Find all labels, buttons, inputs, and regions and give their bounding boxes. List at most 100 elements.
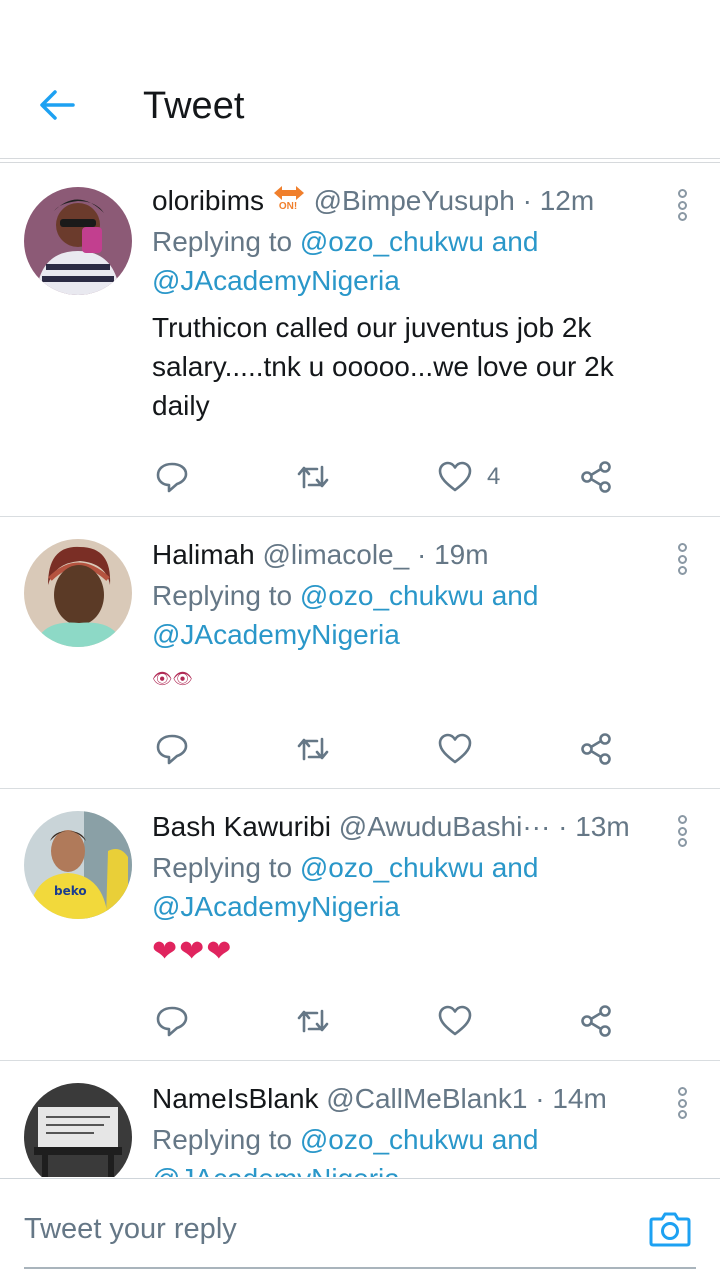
camera-button[interactable]: [648, 1209, 692, 1249]
replying-to-label: Replying to: [152, 226, 300, 257]
author-name[interactable]: Bash Kawuribi: [152, 811, 331, 842]
like-count: 4: [487, 463, 501, 490]
tweet-text: Truthicon called our juventus job 2k sal…: [152, 312, 614, 421]
author-handle[interactable]: @CallMeBlank1: [326, 1083, 527, 1114]
tweet-meta: Halimah @limacole_ · 19m: [152, 537, 660, 573]
like-button[interactable]: [437, 1001, 473, 1041]
retweet-icon: [297, 737, 329, 761]
mention-link[interactable]: @ozo_chukwu and: [300, 580, 539, 611]
share-button[interactable]: [578, 457, 614, 497]
tweet-actions: 4: [152, 457, 622, 497]
meta-separator: ·: [522, 185, 532, 216]
reply-button[interactable]: [154, 1001, 190, 1041]
tweet-meta: oloribims ON! @BimpeYusuph · 12m: [152, 183, 660, 219]
retweet-button[interactable]: [295, 1001, 331, 1041]
tweet-actions: [152, 729, 622, 769]
reply-icon: [156, 734, 188, 765]
dot-icon: [677, 1087, 687, 1096]
arrows-badge-icon: ON!: [272, 184, 306, 214]
heart-icon: [438, 461, 472, 492]
tweet-item[interactable]: beko Bash Kawuribi @AwuduBashi··· · 13m …: [0, 789, 720, 1061]
replying-to-label: Replying to: [152, 580, 300, 611]
share-button[interactable]: [578, 1001, 614, 1041]
tweet-text: ❤❤❤: [152, 935, 234, 968]
more-options-button[interactable]: [674, 1087, 690, 1119]
tweet-content: Halimah @limacole_ · 19m Replying to @oz…: [152, 537, 660, 692]
share-icon: [581, 1005, 611, 1037]
dot-icon: [677, 826, 687, 836]
more-options-button[interactable]: [674, 815, 690, 847]
retweet-icon: [297, 1009, 329, 1033]
share-button[interactable]: [578, 729, 614, 769]
tweet-content: oloribims ON! @BimpeYusuph · 12m Replyin…: [152, 183, 660, 425]
dot-icon: [677, 838, 687, 847]
tweet-time: 12m: [539, 185, 595, 216]
tweet-text: 👁👁: [152, 671, 193, 688]
mention-link[interactable]: @ozo_chukwu and: [300, 852, 539, 883]
tweet-time: 19m: [434, 539, 489, 570]
author-handle[interactable]: @limacole_: [262, 539, 409, 570]
author-name[interactable]: NameIsBlank: [152, 1083, 319, 1114]
tweet-item[interactable]: Halimah @limacole_ · 19m Replying to @oz…: [0, 517, 720, 789]
dot-icon: [677, 189, 687, 198]
back-button[interactable]: [36, 84, 78, 126]
mention-link[interactable]: @ozo_chukwu and: [300, 226, 539, 257]
tweet-time: 14m: [552, 1083, 607, 1114]
dot-icon: [677, 1098, 687, 1108]
tweet-content: Bash Kawuribi @AwuduBashi··· · 13m Reply…: [152, 809, 660, 972]
dot-icon: [677, 200, 687, 210]
retweet-button[interactable]: [295, 457, 331, 497]
tweet-time: 13m: [575, 811, 630, 842]
dot-icon: [677, 543, 687, 552]
share-icon: [581, 461, 611, 493]
reply-icon: [156, 1006, 188, 1037]
dot-icon: [677, 554, 687, 564]
mention-link[interactable]: @ozo_chukwu and: [300, 1124, 539, 1155]
like-button[interactable]: 4: [437, 457, 500, 497]
badge-label: ON!: [278, 201, 298, 212]
mention-link[interactable]: @JAcademyNigeria: [152, 1163, 400, 1177]
reply-input[interactable]: Tweet your reply: [24, 1213, 237, 1246]
replying-to: Replying to @ozo_chukwu and @JAcademyNig…: [152, 848, 660, 926]
heart-icon: [438, 733, 472, 764]
mention-link[interactable]: @JAcademyNigeria: [152, 265, 400, 296]
author-name[interactable]: Halimah: [152, 539, 255, 570]
mention-link[interactable]: @JAcademyNigeria: [152, 891, 400, 922]
avatar[interactable]: [24, 1083, 132, 1177]
replying-to: Replying to @ozo_chukwu and @JAcademyNig…: [152, 576, 660, 654]
dot-icon: [677, 566, 687, 575]
mention-link[interactable]: @JAcademyNigeria: [152, 619, 400, 650]
retweet-button[interactable]: [295, 729, 331, 769]
tweet-item[interactable]: NameIsBlank @CallMeBlank1 · 14m Replying…: [0, 1061, 720, 1177]
avatar[interactable]: [24, 187, 132, 295]
top-bar: Tweet: [0, 0, 720, 163]
input-underline: [24, 1267, 696, 1269]
reply-icon: [156, 462, 188, 493]
like-button[interactable]: [437, 729, 473, 769]
dot-icon: [677, 815, 687, 824]
avatar[interactable]: beko: [24, 811, 132, 919]
more-options-button[interactable]: [674, 189, 690, 221]
avatar[interactable]: [24, 539, 132, 647]
meta-separator: ·: [416, 539, 427, 570]
author-name[interactable]: oloribims: [152, 185, 264, 216]
replies-list[interactable]: oloribims ON! @BimpeYusuph · 12m Replyin…: [0, 163, 720, 1177]
meta-separator: ·: [535, 1083, 545, 1114]
arrow-left-icon: [40, 90, 75, 120]
reply-button[interactable]: [154, 729, 190, 769]
camera-icon: [649, 1212, 691, 1247]
tweet-actions: [152, 1001, 622, 1041]
author-handle[interactable]: @BimpeYusuph: [314, 185, 515, 216]
author-handle[interactable]: @AwuduBashi···: [339, 811, 551, 842]
replying-to: Replying to @ozo_chukwu and @JAcademyNig…: [152, 222, 660, 300]
reply-button[interactable]: [154, 457, 190, 497]
dot-icon: [677, 212, 687, 221]
reply-composer: Tweet your reply: [0, 1178, 720, 1280]
retweet-icon: [297, 465, 329, 489]
replying-to-label: Replying to: [152, 852, 300, 883]
replying-to-label: Replying to: [152, 1124, 300, 1155]
heart-icon: [438, 1005, 472, 1036]
more-options-button[interactable]: [674, 543, 690, 575]
tweet-content: NameIsBlank @CallMeBlank1 · 14m Replying…: [152, 1081, 660, 1177]
tweet-item[interactable]: oloribims ON! @BimpeYusuph · 12m Replyin…: [0, 163, 720, 517]
